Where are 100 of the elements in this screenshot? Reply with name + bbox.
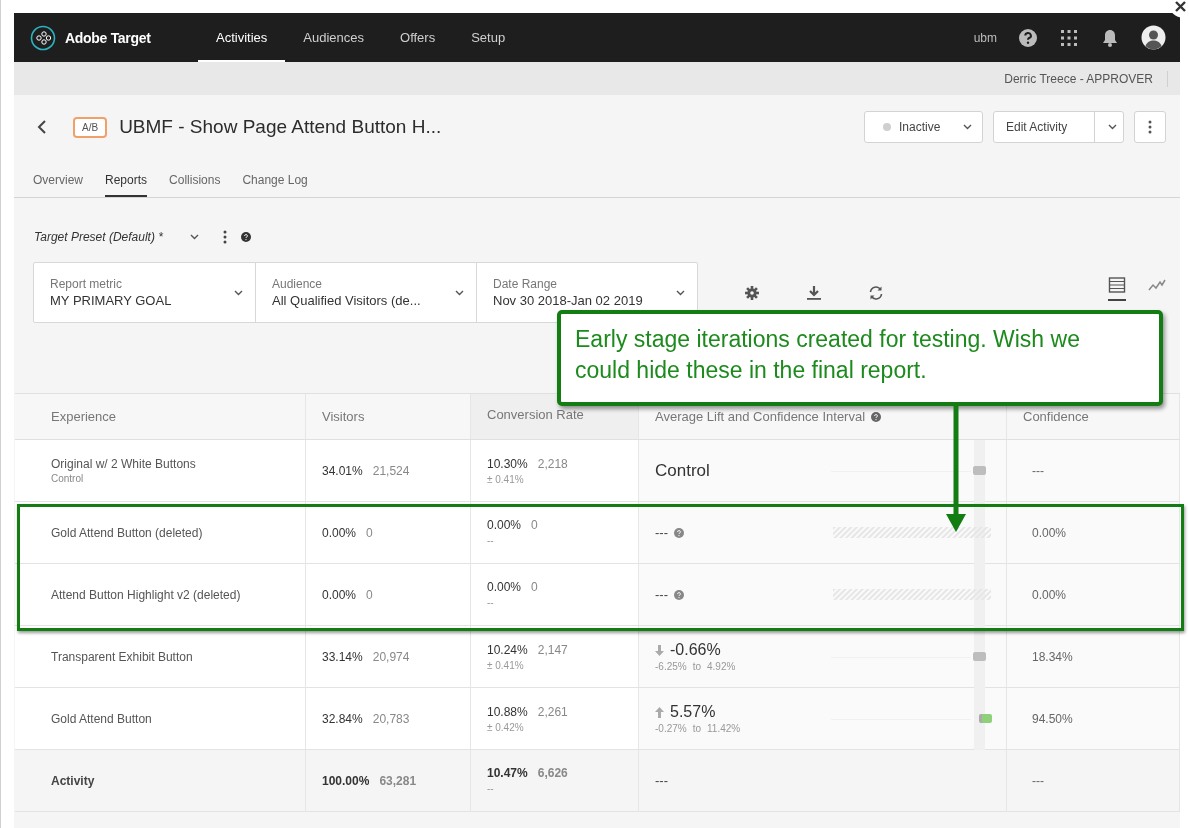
status-dropdown[interactable]: Inactive bbox=[864, 111, 983, 143]
experience-name: Attend Button Highlight v2 (deleted) bbox=[51, 587, 241, 602]
avatar-icon[interactable] bbox=[1141, 25, 1166, 50]
experience-note: Control bbox=[51, 473, 84, 484]
chevron-icon bbox=[676, 289, 685, 296]
conversion-count: 2,218 bbox=[537, 456, 568, 471]
filter-value: MY PRIMARY GOAL bbox=[50, 293, 172, 308]
interval-marker bbox=[973, 652, 986, 661]
rate-interval: ± 0.41% bbox=[487, 659, 524, 671]
visitors-percent: 0.00% bbox=[322, 587, 357, 602]
confidence-value: --- bbox=[1032, 773, 1044, 788]
help-icon[interactable] bbox=[241, 232, 251, 242]
conversion-count: 6,626 bbox=[537, 766, 568, 780]
conversion-rate: 10.88% bbox=[487, 704, 528, 719]
up-arrow-icon bbox=[655, 706, 664, 718]
apps-grid-icon[interactable] bbox=[1059, 27, 1079, 48]
column-header[interactable]: Experience bbox=[15, 394, 306, 440]
confidence-value: 18.34% bbox=[1032, 649, 1073, 664]
interval-to: to bbox=[692, 661, 702, 672]
tab[interactable]: Change Log bbox=[242, 173, 308, 197]
interval-low: -0.27% bbox=[655, 723, 687, 734]
confidence-value: 0.00% bbox=[1032, 587, 1067, 602]
activity-type-badge: A/B bbox=[73, 116, 108, 138]
nav-item[interactable]: Audiences bbox=[285, 13, 382, 62]
lift-value: --- bbox=[655, 525, 668, 540]
visitors-count: 21,524 bbox=[372, 463, 410, 478]
visitors-count: 0 bbox=[366, 587, 373, 602]
more-icon[interactable] bbox=[223, 230, 227, 244]
conversion-rate: 10.24% bbox=[487, 642, 528, 657]
rate-interval: ± 0.41% bbox=[487, 473, 524, 485]
visitors-count: 20,974 bbox=[372, 649, 410, 664]
down-arrow-icon bbox=[655, 644, 664, 656]
visitors-percent: 34.01% bbox=[322, 463, 363, 478]
interval-high: 4.92% bbox=[707, 661, 736, 672]
visitors-percent: 33.14% bbox=[322, 649, 363, 664]
nav-item[interactable]: Setup bbox=[453, 13, 524, 62]
tab[interactable]: Reports bbox=[105, 173, 148, 197]
interval-marker bbox=[979, 714, 992, 723]
visitors-percent: 0.00% bbox=[322, 525, 357, 540]
help-icon[interactable] bbox=[871, 411, 882, 422]
chevron-icon bbox=[455, 289, 464, 296]
org-name[interactable]: ubm bbox=[973, 30, 997, 45]
visitors-count: 63,281 bbox=[379, 773, 417, 788]
bell-icon[interactable] bbox=[1100, 27, 1120, 48]
rate-interval: -- bbox=[487, 783, 494, 794]
table-view-button[interactable] bbox=[1108, 277, 1126, 301]
confidence-value: 94.50% bbox=[1032, 711, 1073, 726]
experience-name: Transparent Exhibit Button bbox=[51, 649, 193, 664]
refresh-icon[interactable] bbox=[867, 285, 885, 301]
column-header[interactable]: Visitors bbox=[306, 394, 471, 440]
chevron-icon bbox=[963, 124, 972, 130]
visitors-count: 20,783 bbox=[372, 711, 410, 726]
conversion-rate: 0.00% bbox=[487, 518, 522, 532]
interval-marker bbox=[973, 466, 986, 475]
lift-value: --- bbox=[655, 773, 668, 788]
tab[interactable]: Overview bbox=[33, 173, 83, 197]
preset-dropdown[interactable]: Target Preset (Default) * bbox=[34, 230, 190, 244]
filter-dropdown[interactable]: Audience All Qualified Visitors (de... bbox=[255, 263, 476, 322]
interval-to: to bbox=[692, 723, 702, 734]
confidence-value: --- bbox=[1032, 463, 1044, 478]
rate-interval: -- bbox=[487, 597, 494, 608]
filter-label: Date Range bbox=[493, 277, 559, 291]
app-name: Adobe Target bbox=[65, 29, 151, 46]
rate-interval: ± 0.42% bbox=[487, 721, 524, 733]
experience-name: Activity bbox=[51, 773, 95, 788]
visitors-percent: 100.00% bbox=[322, 773, 370, 788]
nav-item[interactable]: Offers bbox=[382, 13, 454, 62]
user-name: Derric Treece - APPROVER bbox=[1004, 70, 1168, 87]
interval-high: 11.42% bbox=[707, 723, 741, 734]
experience-name: Original w/ 2 White Buttons bbox=[51, 457, 196, 471]
conversion-count: 2,261 bbox=[537, 704, 568, 719]
chevron-icon[interactable] bbox=[190, 234, 199, 240]
conversion-rate: 0.00% bbox=[487, 580, 522, 594]
filter-label: Audience bbox=[272, 277, 324, 291]
rate-interval: -- bbox=[487, 535, 494, 546]
conversion-rate: 10.30% bbox=[487, 456, 528, 471]
activity-title: UBMF - Show Page Attend Button H... bbox=[119, 116, 442, 138]
more-icon bbox=[1148, 120, 1152, 134]
settings-icon[interactable] bbox=[743, 285, 761, 301]
filter-dropdown[interactable]: Report metric MY PRIMARY GOAL bbox=[34, 263, 255, 322]
status-dot-icon bbox=[883, 123, 891, 131]
experience-name: Gold Attend Button bbox=[51, 711, 152, 726]
filter-value: All Qualified Visitors (de... bbox=[272, 293, 421, 308]
tab[interactable]: Collisions bbox=[169, 173, 221, 197]
conversion-rate: 10.47% bbox=[487, 766, 528, 780]
interval-low: -6.25% bbox=[655, 661, 687, 672]
lift-value: 5.57% bbox=[670, 703, 716, 721]
chevron-icon bbox=[234, 289, 243, 296]
confidence-value: 0.00% bbox=[1032, 525, 1067, 540]
lift-value: Control bbox=[655, 460, 710, 481]
filter-value: Nov 30 2018-Jan 02 2019 bbox=[493, 293, 643, 308]
help-icon[interactable] bbox=[1018, 27, 1038, 48]
conversion-count: 0 bbox=[531, 580, 538, 594]
conversion-count: 2,147 bbox=[537, 642, 568, 657]
filter-label: Report metric bbox=[50, 277, 124, 291]
download-icon[interactable] bbox=[805, 285, 823, 301]
chevron-icon bbox=[1108, 124, 1117, 130]
lift-value: -0.66% bbox=[670, 641, 721, 659]
logo-icon[interactable] bbox=[30, 24, 56, 51]
back-icon[interactable] bbox=[36, 119, 48, 135]
